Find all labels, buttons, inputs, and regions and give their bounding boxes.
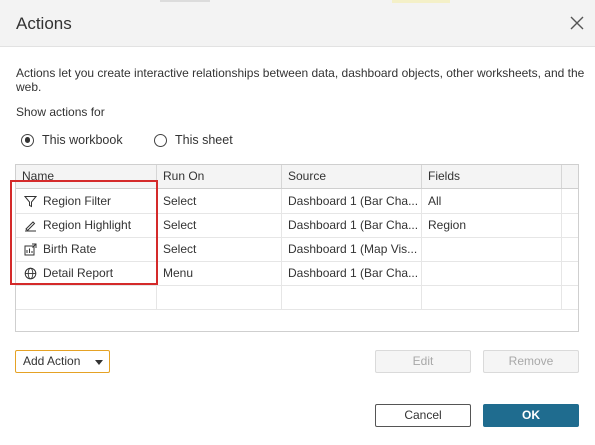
filter-icon — [24, 195, 37, 207]
actions-table: Name Run On Source Fields Region Filter … — [15, 164, 579, 332]
highlight-icon — [25, 220, 36, 231]
empty-cell — [282, 285, 422, 309]
name-cell: Region Highlight — [16, 213, 157, 237]
fields-cell — [422, 237, 562, 261]
fields-cell: Region — [422, 213, 562, 237]
run-on-cell: Select — [157, 237, 282, 261]
radio-label: This sheet — [175, 133, 233, 147]
column-header-run-on[interactable]: Run On — [157, 165, 282, 188]
name-cell: Detail Report — [16, 261, 157, 285]
globe-icon — [24, 267, 37, 279]
name-cell: Region Filter — [16, 189, 157, 213]
ok-button[interactable]: OK — [483, 404, 579, 427]
name-cell: Birth Rate — [16, 237, 157, 261]
cancel-button[interactable]: Cancel — [375, 404, 471, 427]
run-on-cell: Select — [157, 213, 282, 237]
empty-cell — [157, 285, 282, 309]
source-cell: Dashboard 1 (Bar Cha... — [282, 189, 422, 213]
fields-cell: All — [422, 189, 562, 213]
empty-cell — [422, 285, 562, 309]
source-cell: Dashboard 1 (Map Vis... — [282, 237, 422, 261]
show-actions-for-label: Show actions for — [16, 105, 105, 119]
table-row[interactable]: Region Filter Select Dashboard 1 (Bar Ch… — [16, 189, 578, 214]
table-header: Name Run On Source Fields — [16, 165, 578, 189]
radio-this-workbook[interactable]: This workbook — [21, 133, 123, 147]
table-row[interactable]: Detail Report Menu Dashboard 1 (Bar Cha.… — [16, 261, 578, 286]
window-edge-decoration — [160, 0, 210, 2]
column-header-fields[interactable]: Fields — [422, 165, 562, 188]
empty-table-row — [16, 285, 578, 310]
dialog-header: Actions — [0, 0, 595, 47]
dialog-title: Actions — [16, 14, 72, 33]
caret-down-icon — [95, 360, 103, 365]
remove-button[interactable]: Remove — [483, 350, 579, 373]
table-row[interactable]: Birth Rate Select Dashboard 1 (Map Vis..… — [16, 237, 578, 262]
column-header-source[interactable]: Source — [282, 165, 422, 188]
add-action-button[interactable]: Add Action — [15, 350, 110, 373]
run-on-cell: Menu — [157, 261, 282, 285]
radio-button[interactable] — [154, 133, 167, 147]
window-edge-decoration — [392, 0, 450, 3]
column-header-name[interactable]: Name — [16, 165, 157, 188]
go-to-sheet-icon — [24, 243, 37, 255]
run-on-cell: Select — [157, 189, 282, 213]
fields-cell — [422, 261, 562, 285]
close-icon[interactable] — [568, 14, 586, 32]
source-cell: Dashboard 1 (Bar Cha... — [282, 213, 422, 237]
edit-button[interactable]: Edit — [375, 350, 471, 373]
dialog-description: Actions let you create interactive relat… — [16, 66, 585, 94]
empty-cell — [16, 285, 157, 309]
source-cell: Dashboard 1 (Bar Cha... — [282, 261, 422, 285]
table-row[interactable]: Region Highlight Select Dashboard 1 (Bar… — [16, 213, 578, 238]
radio-label: This workbook — [42, 133, 123, 147]
radio-this-sheet[interactable]: This sheet — [154, 133, 233, 147]
radio-button-selected[interactable] — [21, 133, 34, 147]
